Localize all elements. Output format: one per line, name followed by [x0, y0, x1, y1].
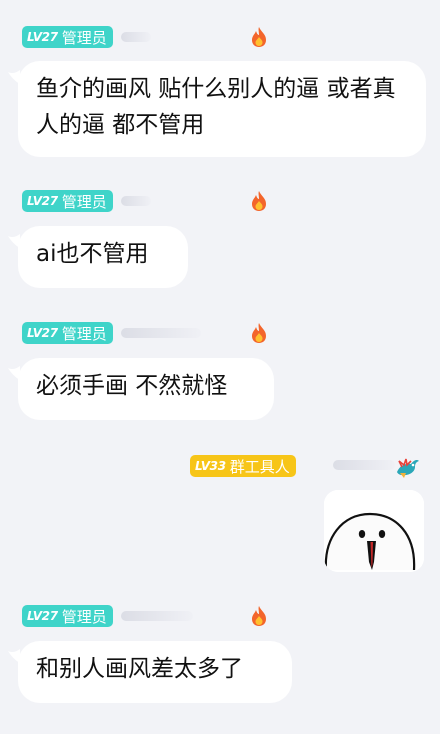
bean-sticker	[324, 490, 424, 572]
level-badge[interactable]: LV27 管理员	[22, 322, 113, 344]
blurred-nickname	[120, 32, 151, 42]
blurred-nickname	[120, 611, 193, 621]
dragon-icon	[397, 458, 419, 478]
level-badge[interactable]: LV27 管理员	[22, 605, 113, 627]
level-text: LV27	[27, 30, 58, 44]
sender-header: LV27 管理员	[22, 604, 193, 628]
role-text: 管理员	[61, 28, 107, 47]
message-text: ai也不管用	[36, 241, 149, 267]
message-text: 鱼介的画风 贴什么别人的逼 或者真人的逼 都不管用	[36, 76, 396, 138]
level-badge[interactable]: LV27 管理员	[22, 26, 113, 48]
level-badge[interactable]: LV33 群工具人	[190, 455, 296, 477]
role-text: 管理员	[61, 324, 107, 343]
role-text: 群工具人	[229, 457, 290, 476]
message-text: 必须手画 不然就怪	[36, 373, 228, 399]
fire-icon	[252, 191, 266, 211]
blurred-nickname	[333, 460, 395, 470]
fire-icon	[252, 27, 266, 47]
blurred-nickname	[120, 328, 201, 338]
level-text: LV27	[27, 194, 58, 208]
fire-icon	[252, 606, 266, 626]
message-bubble[interactable]: 必须手画 不然就怪	[18, 358, 274, 420]
fire-icon	[252, 323, 266, 343]
message-bubble[interactable]: 和别人画风差太多了	[18, 641, 292, 703]
sender-header: LV27 管理员	[22, 321, 201, 345]
blurred-nickname	[120, 196, 151, 206]
level-text: LV27	[27, 326, 58, 340]
level-text: LV27	[27, 609, 58, 623]
role-text: 管理员	[61, 192, 107, 211]
message-bubble[interactable]: 鱼介的画风 贴什么别人的逼 或者真人的逼 都不管用	[18, 61, 426, 157]
sender-header: LV27 管理员	[22, 25, 151, 49]
level-badge[interactable]: LV27 管理员	[22, 190, 113, 212]
message-bubble[interactable]: ai也不管用	[18, 226, 188, 288]
role-text: 管理员	[61, 607, 107, 626]
message-text: 和别人画风差太多了	[36, 656, 243, 682]
sticker-image[interactable]	[324, 490, 424, 572]
sender-header: LV27 管理员	[22, 189, 151, 213]
level-text: LV33	[195, 459, 226, 473]
sender-header: LV33 群工具人	[190, 454, 296, 478]
